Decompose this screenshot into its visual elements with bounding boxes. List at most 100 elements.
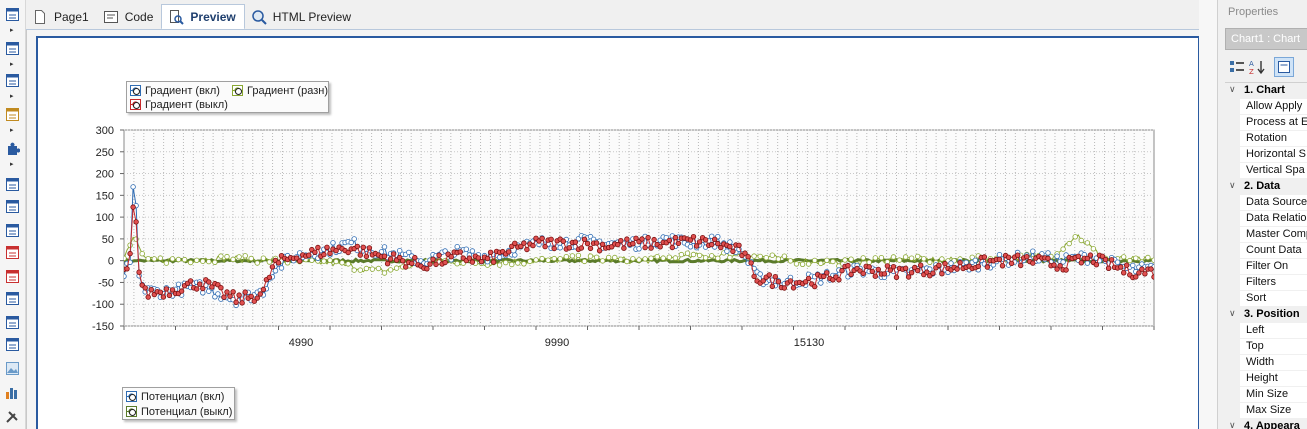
category-label: 4. Appeara (1244, 420, 1300, 429)
property-name: Process at E (1246, 116, 1307, 128)
property-row[interactable]: Data Relation (1225, 211, 1307, 227)
collapse-icon[interactable]: ∨ (1229, 180, 1236, 191)
property-row[interactable]: Count Data (1225, 243, 1307, 259)
property-row[interactable]: Rotation (1225, 131, 1307, 147)
data-point (939, 256, 945, 262)
bar-chart-icon[interactable] (4, 384, 21, 400)
alphabetical-icon[interactable]: AZ (1247, 57, 1267, 77)
property-row[interactable]: Data Source (1225, 195, 1307, 211)
data-point (163, 260, 170, 266)
legend-item[interactable]: Градиент (разн) (232, 84, 328, 97)
data-point (975, 263, 981, 270)
data-point (818, 260, 824, 267)
collapse-icon[interactable]: ∨ (1229, 308, 1236, 319)
data-point (503, 259, 509, 266)
tab-html-preview[interactable]: HTML Preview (245, 4, 359, 29)
image-icon[interactable] (4, 360, 21, 376)
tab-code[interactable]: Code (97, 4, 162, 29)
property-category[interactable]: ∨ 3. Position (1225, 307, 1307, 323)
property-row[interactable]: Allow Apply (1225, 99, 1307, 115)
tools-icon[interactable] (4, 408, 21, 424)
collapse-icon[interactable]: ∨ (1229, 84, 1236, 95)
property-category[interactable]: ∨ 2. Data (1225, 179, 1307, 195)
legend-item[interactable]: Градиент (выкл) (130, 98, 228, 111)
property-pages-icon[interactable] (1274, 57, 1294, 77)
data-point (230, 256, 236, 263)
property-row[interactable]: Height (1225, 371, 1307, 387)
property-row[interactable]: Max Size (1225, 403, 1307, 419)
data-point (400, 258, 406, 264)
rich-text-icon[interactable] (4, 198, 21, 214)
y-tick-label: 100 (96, 212, 114, 224)
data-point (908, 255, 915, 261)
data-point (645, 234, 651, 241)
component-icon[interactable] (4, 140, 21, 156)
header-band-icon[interactable] (4, 268, 21, 284)
categorized-icon[interactable] (1227, 57, 1247, 77)
data-point (948, 260, 954, 266)
data-band-icon[interactable] (4, 40, 21, 56)
property-name: Filter On (1246, 260, 1289, 272)
property-row[interactable]: Horizontal S (1225, 147, 1307, 163)
data-point (166, 292, 173, 299)
expand-arrow-icon[interactable]: ▸ (10, 161, 16, 168)
preview-scrollbar[interactable] (1199, 0, 1217, 429)
property-row[interactable]: Process at E (1225, 115, 1307, 131)
property-row[interactable]: Sort (1225, 291, 1307, 307)
property-category[interactable]: ∨ 4. Appeara (1225, 419, 1307, 429)
barcode-icon[interactable] (4, 222, 21, 238)
property-category[interactable]: ∨ 1. Chart (1225, 83, 1307, 99)
expand-arrow-icon[interactable]: ▸ (10, 27, 16, 34)
data-point (1030, 260, 1036, 266)
property-row[interactable]: Width (1225, 355, 1307, 371)
table-band-icon[interactable] (4, 72, 21, 88)
data-point (427, 261, 433, 267)
object-selector[interactable]: Chart1 : Chart (1225, 28, 1307, 50)
data-point (463, 246, 469, 252)
data-point (678, 251, 685, 258)
text-box-icon[interactable] (4, 244, 21, 260)
data-point (624, 258, 630, 265)
html-preview-icon (251, 9, 267, 25)
legend-item[interactable]: Потенциал (вкл) (126, 390, 224, 403)
data-point (1045, 255, 1051, 262)
data-point (775, 256, 782, 262)
crosstab-icon[interactable] (4, 314, 21, 330)
expand-arrow-icon[interactable]: ▸ (10, 93, 16, 100)
data-point (651, 236, 657, 243)
expand-arrow-icon[interactable]: ▸ (10, 127, 16, 134)
property-row[interactable]: Vertical Spa (1225, 163, 1307, 179)
property-row[interactable]: Filter On (1225, 259, 1307, 275)
property-row[interactable]: Left (1225, 323, 1307, 339)
row-gutter (1225, 403, 1240, 418)
property-row[interactable]: Filters (1225, 275, 1307, 291)
tab-preview[interactable]: Preview (161, 4, 245, 30)
data-point (763, 254, 769, 261)
property-row[interactable]: Top (1225, 339, 1307, 355)
chart-report-icon[interactable] (4, 106, 21, 122)
collapse-icon[interactable]: ∨ (1229, 420, 1236, 429)
legend-item[interactable]: Градиент (вкл) (130, 84, 220, 97)
data-point (469, 248, 476, 254)
data-point (200, 258, 206, 264)
footer-band-icon[interactable] (4, 290, 21, 306)
tab-label: HTML Preview (272, 9, 351, 24)
data-point (730, 248, 736, 255)
text-format-icon[interactable] (4, 336, 21, 352)
data-point (412, 254, 418, 261)
legend-item[interactable]: Потенциал (выкл) (126, 405, 232, 418)
page-layout-icon[interactable] (4, 6, 21, 22)
legend-label: Градиент (вкл) (145, 84, 220, 97)
expand-arrow-icon[interactable]: ▸ (10, 61, 16, 68)
data-point (257, 291, 263, 297)
data-point (469, 259, 476, 265)
data-point (769, 252, 775, 258)
text-icon[interactable] (4, 176, 21, 192)
property-row[interactable]: Master Comp (1225, 227, 1307, 243)
data-point (351, 236, 357, 242)
tab-page1[interactable]: Page1 (26, 4, 97, 29)
data-point (869, 268, 875, 275)
data-point (581, 258, 588, 265)
data-point (454, 260, 460, 267)
property-row[interactable]: Min Size (1225, 387, 1307, 403)
